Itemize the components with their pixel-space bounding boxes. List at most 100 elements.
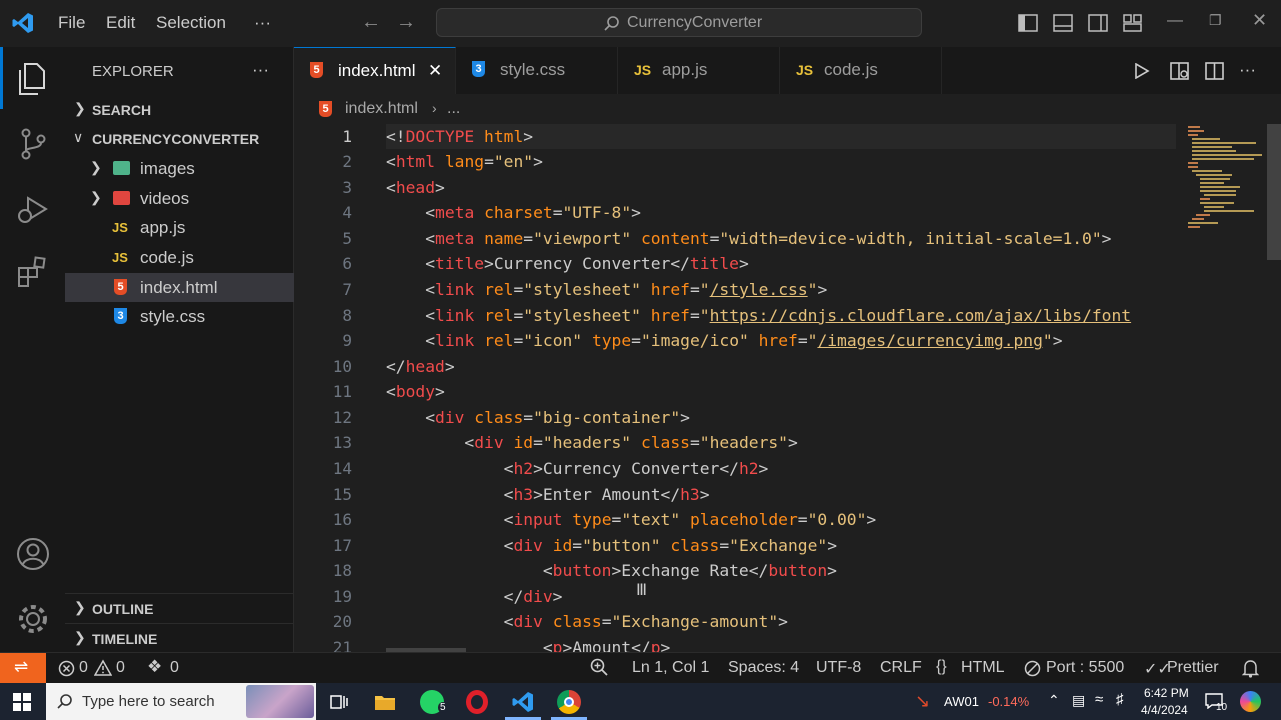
search-text: CurrencyConverter: [627, 14, 763, 31]
tree-item-images[interactable]: ❯ images: [65, 154, 294, 183]
code-editor[interactable]: 1 2 3 4 5 6 7 8 9 10 11 12 13 14 15 16 17 18 19 20 21 <!DOCT…: [294, 124, 1281, 652]
extensions-icon[interactable]: [16, 255, 50, 289]
task-view-icon[interactable]: [330, 693, 348, 711]
explorer-icon[interactable]: [16, 62, 48, 96]
code-line: </div>: [503, 587, 563, 606]
zoom-icon[interactable]: [590, 658, 608, 677]
cursor-position[interactable]: Ln 1, Col 1: [632, 659, 709, 677]
opera-icon[interactable]: [466, 690, 488, 714]
menu-file[interactable]: File: [58, 13, 85, 33]
project-folder[interactable]: ∨ CURRENCYCONVERTER: [65, 124, 294, 153]
restore-icon[interactable]: ❐: [1209, 12, 1222, 29]
indentation[interactable]: Spaces: 4: [728, 659, 799, 677]
bell-icon[interactable]: [1242, 659, 1259, 678]
end-of-line[interactable]: CRLF: [880, 659, 922, 677]
customize-layout-icon[interactable]: [1123, 14, 1143, 32]
live-server-port[interactable]: Port : 5500: [1046, 659, 1124, 677]
warning-count[interactable]: 0: [116, 659, 125, 677]
outline-section[interactable]: ❯ OUTLINE: [65, 593, 294, 623]
vscode-taskbar-icon[interactable]: [511, 690, 535, 714]
minimap[interactable]: [1186, 124, 1266, 234]
code-line: </head>: [386, 357, 455, 376]
tab-label: app.js: [662, 60, 708, 79]
back-arrow-icon[interactable]: ←: [361, 11, 381, 34]
tab-style-css[interactable]: 3 style.css: [456, 47, 618, 94]
source-control-icon[interactable]: [18, 127, 48, 161]
chevron-right-icon: ❯: [90, 189, 102, 205]
more-actions-button[interactable]: ···: [1239, 60, 1256, 80]
show-hidden-icons-icon[interactable]: ⌃: [1048, 692, 1060, 709]
stock-name[interactable]: AW01: [944, 694, 979, 709]
tab-label: code.js: [824, 60, 878, 79]
explorer-sidebar: EXPLORER ··· ❯ SEARCH ∨ CURRENCYCONVERTE…: [65, 47, 294, 652]
open-preview-icon[interactable]: [1170, 62, 1190, 80]
line-number: 7: [342, 280, 352, 299]
network-icon[interactable]: ▤: [1072, 692, 1085, 709]
prettier-status[interactable]: Prettier: [1167, 659, 1219, 677]
windows-start-icon[interactable]: [13, 693, 31, 711]
code-line: <title>Currency Converter</title>: [425, 254, 749, 273]
tab-app-js[interactable]: JS app.js: [618, 47, 780, 94]
activity-bar: [0, 47, 65, 652]
code-line: <link rel="stylesheet" href="https://cdn…: [425, 306, 1132, 325]
tree-item-code-js[interactable]: JS code.js: [65, 243, 294, 272]
run-debug-icon[interactable]: [16, 192, 50, 226]
taskbar-search-box[interactable]: Type here to search: [46, 683, 316, 720]
tree-item-index-html[interactable]: 5 index.html: [65, 273, 294, 302]
tree-item-videos[interactable]: ❯ videos: [65, 184, 294, 213]
split-editor-icon[interactable]: [1205, 62, 1225, 80]
breadcrumb-symbol[interactable]: ...: [447, 100, 460, 118]
menu-more[interactable]: ···: [254, 13, 271, 33]
breadcrumb: 5 index.html › ...: [294, 94, 1281, 124]
close-window-icon[interactable]: ✕: [1252, 10, 1267, 31]
menu-edit[interactable]: Edit: [106, 13, 135, 33]
ports-count[interactable]: 0: [170, 659, 179, 677]
clock-date[interactable]: 4/4/2024: [1141, 703, 1188, 717]
encoding[interactable]: UTF-8: [816, 659, 861, 677]
wifi-icon[interactable]: ≈: [1095, 691, 1103, 708]
remote-indicator[interactable]: ⇌: [0, 653, 46, 684]
toggle-primary-sidebar-icon[interactable]: [1018, 14, 1038, 32]
tab-index-html[interactable]: 5 index.html ✕: [294, 47, 456, 94]
tree-item-app-js[interactable]: JS app.js: [65, 213, 294, 242]
tree-item-style-css[interactable]: 3 style.css: [65, 302, 294, 331]
outline-label: OUTLINE: [92, 601, 154, 617]
error-count[interactable]: 0: [79, 659, 88, 677]
vscode-logo-icon[interactable]: [11, 11, 35, 35]
volume-icon[interactable]: ♯: [1116, 691, 1124, 708]
line-number: 5: [342, 229, 352, 248]
code-line: <div class="Exchange-amount">: [503, 612, 788, 631]
project-folder-label: CURRENCYCONVERTER: [92, 131, 260, 147]
tab-code-js[interactable]: JS code.js: [780, 47, 942, 94]
run-icon[interactable]: [1134, 63, 1150, 79]
tab-label: index.html: [338, 61, 416, 80]
breadcrumb-file[interactable]: index.html: [345, 100, 418, 118]
menu-selection[interactable]: Selection: [156, 13, 226, 33]
file-explorer-icon[interactable]: [374, 692, 396, 711]
code-line: <input type="text" placeholder="0.00">: [503, 510, 877, 529]
code-line: <button>Exchange Rate</button>: [542, 561, 837, 580]
forward-arrow-icon[interactable]: →: [396, 11, 416, 34]
chevron-right-icon: ❯: [74, 629, 86, 645]
code-line: <html lang="en">: [386, 152, 543, 171]
toggle-panel-icon[interactable]: [1053, 14, 1073, 32]
chrome-icon[interactable]: [557, 690, 581, 714]
search-section[interactable]: ❯ SEARCH: [65, 95, 294, 124]
language-mode[interactable]: HTML: [961, 659, 1005, 677]
accounts-icon[interactable]: [16, 537, 50, 571]
clock-time[interactable]: 6:42 PM: [1144, 686, 1189, 700]
minimize-icon[interactable]: —: [1167, 12, 1183, 30]
timeline-section[interactable]: ❯ TIMELINE: [65, 623, 294, 653]
video-folder-icon: [113, 191, 130, 205]
explorer-more-button[interactable]: ···: [252, 60, 269, 80]
toggle-secondary-sidebar-icon[interactable]: [1088, 14, 1108, 32]
line-number: 19: [332, 587, 352, 606]
taskbar-search-placeholder: Type here to search: [82, 693, 215, 710]
code-line: <div id="headers" class="headers">: [464, 433, 798, 452]
vertical-scrollbar[interactable]: [1267, 124, 1281, 260]
settings-gear-icon[interactable]: [16, 602, 50, 636]
command-center-search[interactable]: CurrencyConverter: [436, 8, 922, 37]
tree-item-label: images: [140, 159, 195, 178]
close-tab-icon[interactable]: ✕: [428, 61, 442, 81]
copilot-icon[interactable]: [1240, 691, 1261, 712]
